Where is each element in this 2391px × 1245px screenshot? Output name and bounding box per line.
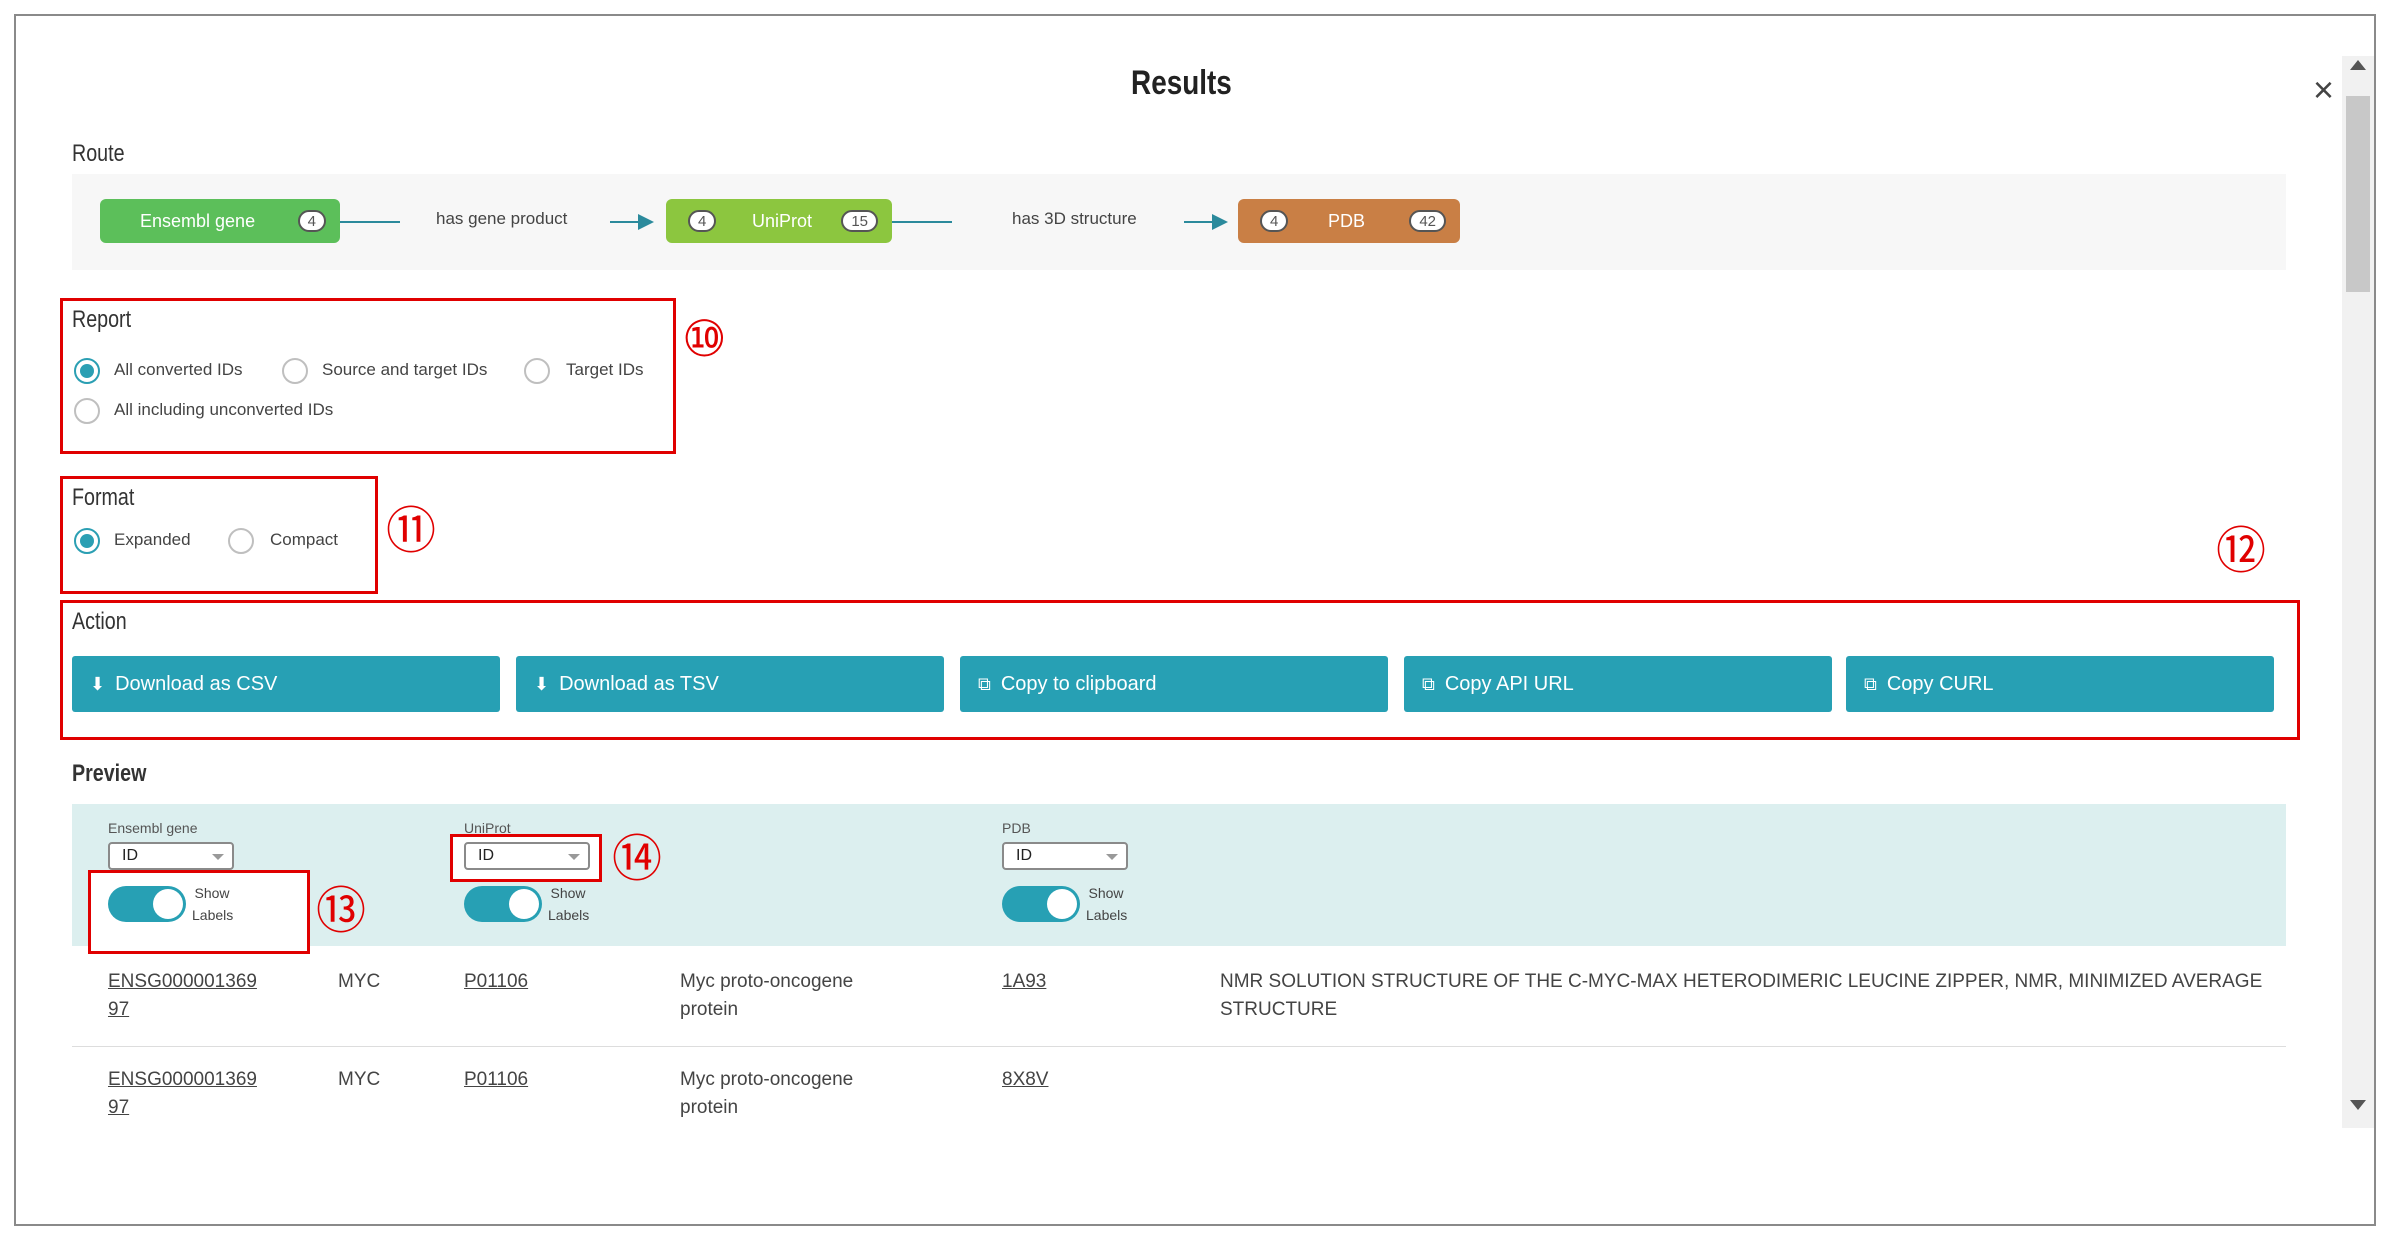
uniprot-label: Myc proto-oncogene protein [680,971,854,1020]
radio-label: Compact [270,530,339,549]
route-node-in-count: 4 [1260,210,1289,232]
scrollbar-thumb[interactable] [2346,96,2370,292]
uniprot-id-link[interactable]: P01106 [464,1066,528,1094]
chevron-down-icon [1106,854,1118,860]
ensembl-label: MYC [338,1069,381,1090]
route-edge-label: has 3D structure [1012,209,1137,228]
select-value: ID [1016,847,1032,864]
radio-expanded[interactable] [74,528,100,554]
close-icon[interactable]: × [2313,72,2334,108]
download-icon: ⬇ [90,673,106,694]
annotation-marker-14: ⑭ [612,830,662,888]
route-label: Route [72,140,125,167]
annotation-marker-12: ⑫ [2216,522,2266,580]
radio-all-converted-ids[interactable] [74,358,100,384]
route-edge-line [340,221,400,223]
copy-to-clipboard-button[interactable]: ⧉ Copy to clipboard [960,656,1388,712]
button-label: Copy to clipboard [1000,672,1157,695]
download-tsv-button[interactable]: ⬇ Download as TSV [516,656,944,712]
route-node-pdb: 4 PDB 42 [1238,199,1460,243]
select-value: ID [478,847,494,864]
radio-label: Source and target IDs [322,360,488,379]
format-label: Format [72,484,135,511]
annotation-marker-10: ⑩ [682,310,727,368]
download-csv-button[interactable]: ⬇ Download as CSV [72,656,500,712]
uniprot-label: Myc proto-oncogene protein [680,1069,854,1118]
route-arrow-icon [1212,214,1228,230]
radio-all-including-unconverted-ids[interactable] [74,398,100,424]
radio-source-and-target-ids[interactable] [282,358,308,384]
copy-icon: ⧉ [1422,673,1435,694]
radio-target-ids[interactable] [524,358,550,384]
ensembl-label: MYC [338,971,381,992]
pdb-show-labels-toggle[interactable] [1002,886,1080,922]
dialog-title: Results [1130,64,1232,102]
radio-label: Expanded [114,530,191,549]
route-node-ensembl-gene: Ensembl gene 4 [100,199,340,243]
copy-icon: ⧉ [1864,673,1877,694]
chevron-down-icon [212,854,224,860]
radio-label: All converted IDs [114,360,243,379]
scroll-up-arrow-icon[interactable] [2350,60,2366,70]
radio-label: Target IDs [566,360,644,379]
pdb-label: NMR SOLUTION STRUCTURE OF THE C-MYC-MAX … [1220,971,2263,1020]
route-edge-line [1184,221,1214,223]
column-title-pdb: PDB [1002,820,1031,836]
route-node-uniprot: 4 UniProt 15 [666,199,892,243]
route-node-in-count: 4 [688,210,717,232]
toggle-label: Show Labels [192,885,234,923]
pdb-id-link[interactable]: 1A93 [1002,968,1046,996]
route-edge-line [610,221,640,223]
route-diagram [72,174,2286,270]
download-icon: ⬇ [534,673,550,694]
radio-compact[interactable] [228,528,254,554]
uniprot-id-select[interactable]: ID [464,842,590,870]
toggle-label: Show Labels [1086,885,1128,923]
route-node-count: 15 [841,210,878,232]
pdb-id-select[interactable]: ID [1002,842,1128,870]
ensembl-show-labels-toggle[interactable] [108,886,186,922]
button-label: Copy API URL [1444,672,1574,695]
route-node-count: 4 [297,210,326,232]
route-edge-label: has gene product [436,209,568,228]
ensembl-id-link[interactable]: ENSG000001369 97 [108,968,272,1024]
ensembl-id-link[interactable]: ENSG000001369 97 [108,1066,272,1122]
copy-api-url-button[interactable]: ⧉ Copy API URL [1404,656,1832,712]
annotation-marker-11: ⑪ [386,502,436,560]
copy-icon: ⧉ [978,673,991,694]
results-dialog: Results × Route Ensembl gene 4 has gene … [14,14,2376,1226]
column-title-ensembl-gene: Ensembl gene [108,820,198,836]
button-label: Copy CURL [1886,672,1994,695]
chevron-down-icon [568,854,580,860]
report-label: Report [72,306,132,333]
pdb-id-link[interactable]: 8X8V [1002,1066,1048,1094]
route-node-name: UniProt [752,210,813,231]
route-node-name: Ensembl gene [140,210,256,231]
preview-label: Preview [72,760,147,787]
radio-label: All including unconverted IDs [114,400,334,419]
row-divider [72,1046,2286,1047]
route-node-count: 42 [1409,210,1446,232]
toggle-label: Show Labels [548,885,590,923]
select-value: ID [122,847,138,864]
route-arrow-icon [638,214,654,230]
button-label: Download as TSV [559,672,719,695]
button-label: Download as CSV [115,672,278,695]
route-node-name: PDB [1328,210,1366,231]
uniprot-id-link[interactable]: P01106 [464,968,528,996]
preview-header [72,804,2286,946]
copy-curl-button[interactable]: ⧉ Copy CURL [1846,656,2274,712]
scroll-down-arrow-icon[interactable] [2350,1100,2366,1110]
annotation-marker-13: ⑬ [316,882,366,940]
action-label: Action [72,608,127,635]
ensembl-id-select[interactable]: ID [108,842,234,870]
uniprot-show-labels-toggle[interactable] [464,886,542,922]
route-edge-line [892,221,952,223]
